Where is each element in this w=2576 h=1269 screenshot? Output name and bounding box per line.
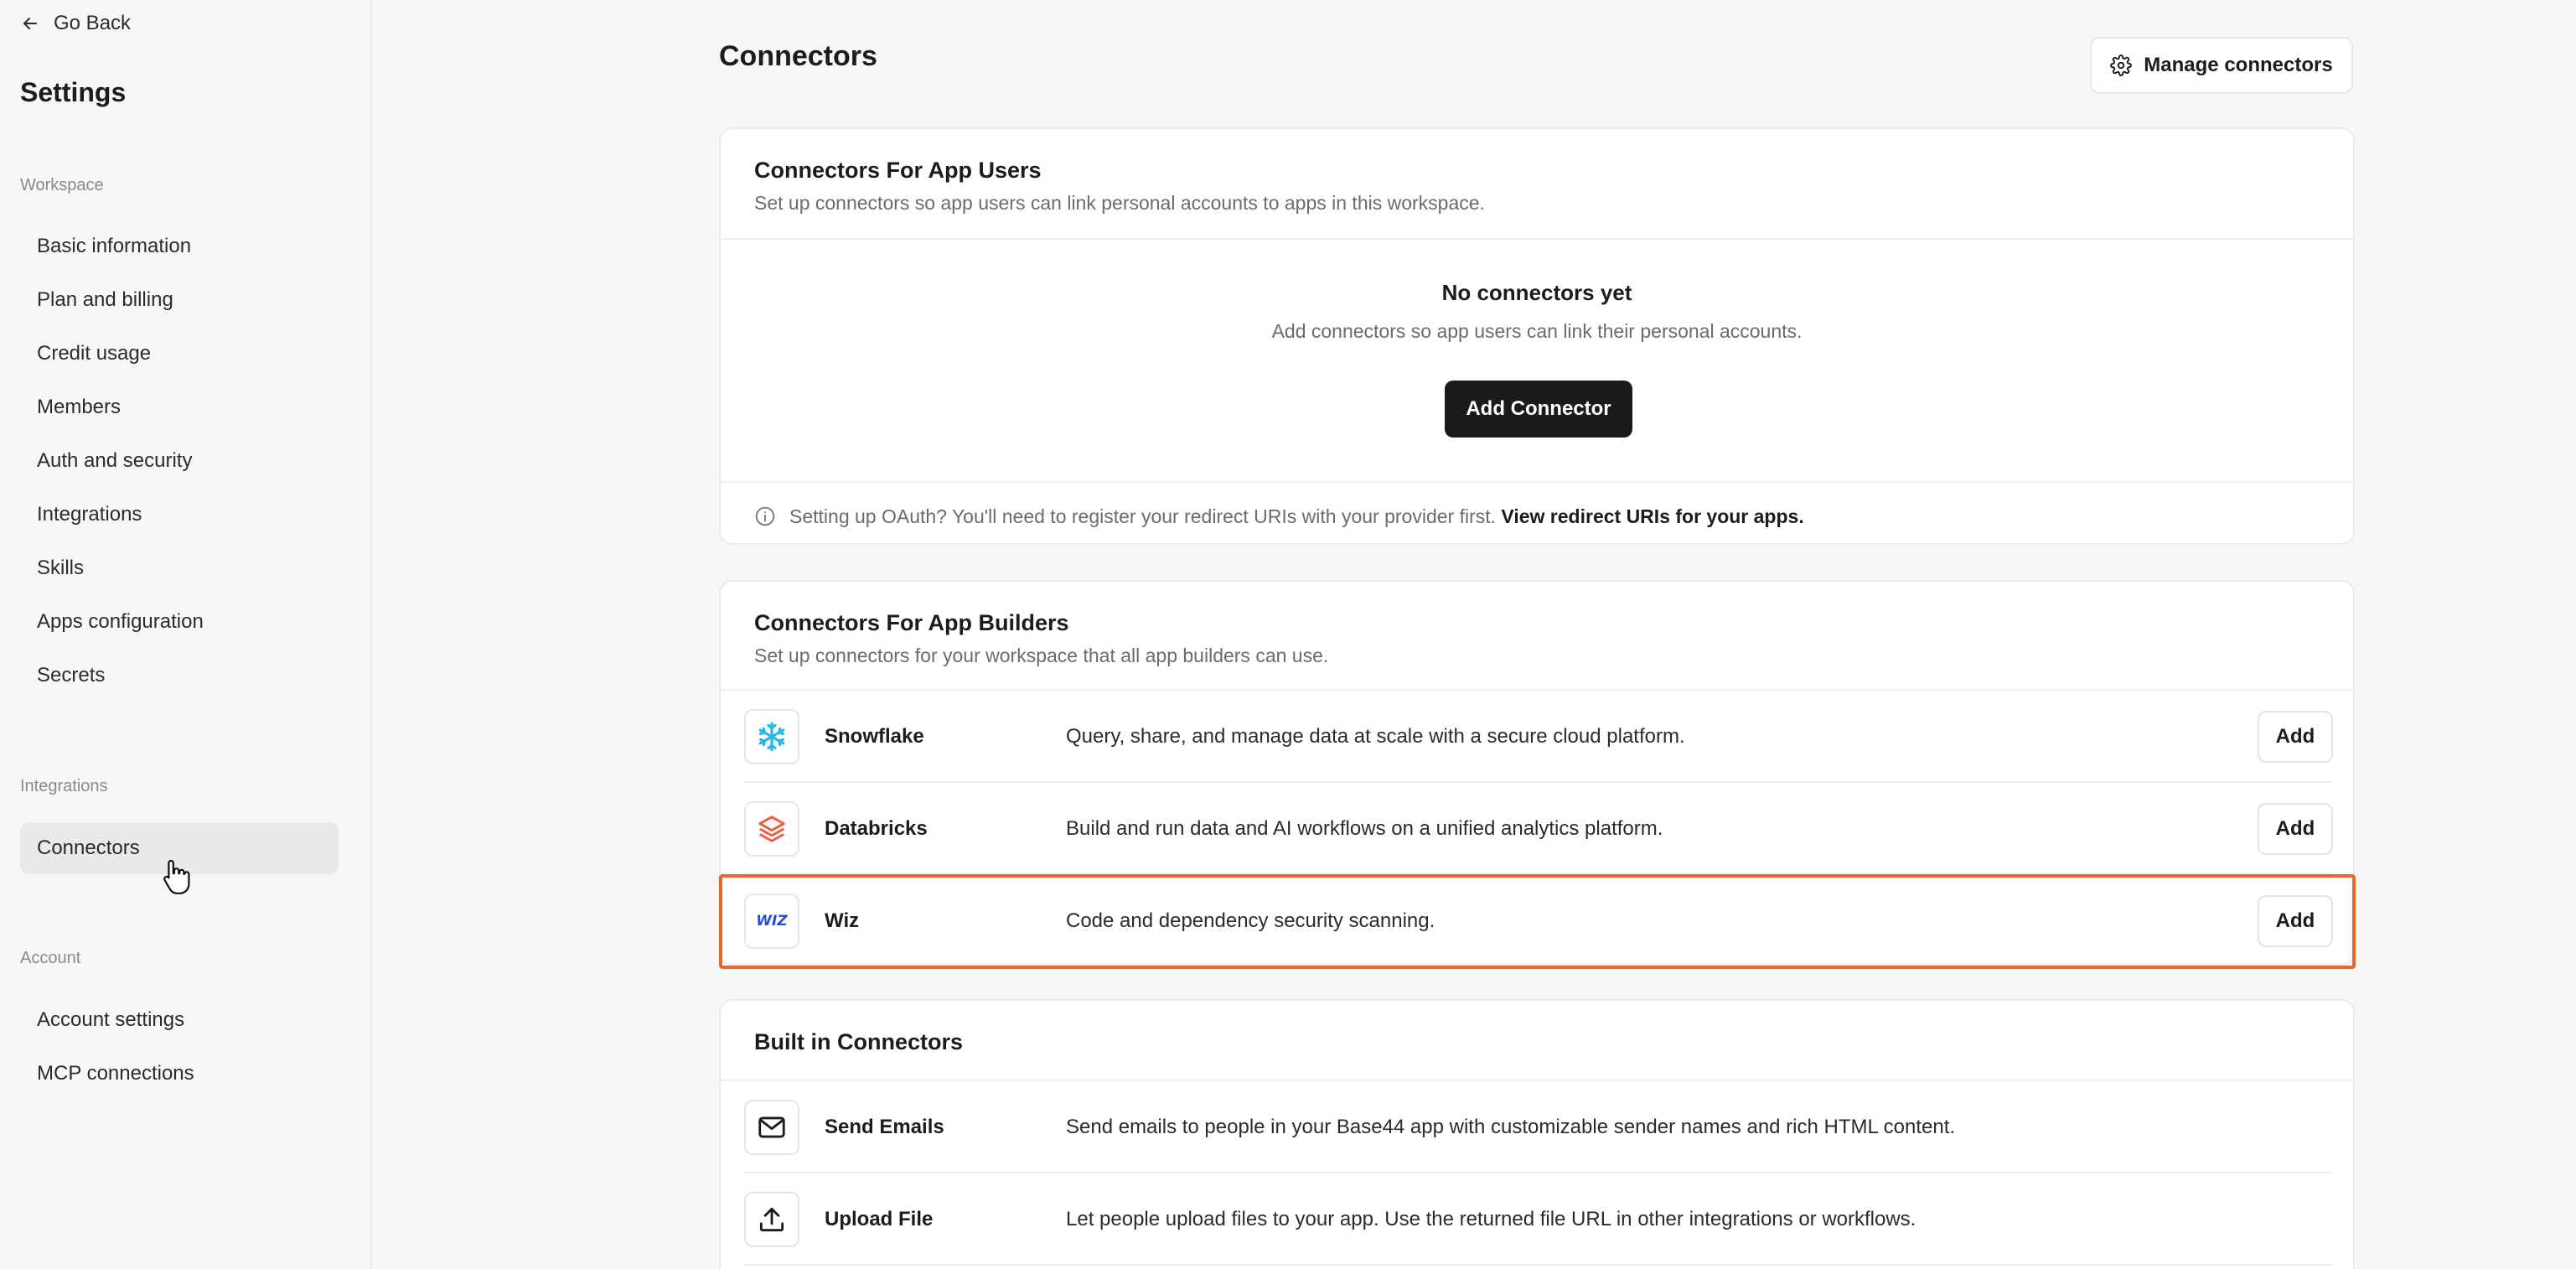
databricks-icon xyxy=(744,801,799,857)
sidebar-item-skills[interactable]: Skills xyxy=(20,542,339,594)
connector-name: Databricks xyxy=(825,817,928,840)
connector-row-snowflake: Snowflake Query, share, and manage data … xyxy=(744,691,2333,783)
go-back-label: Go Back xyxy=(54,12,132,34)
app-builders-card: Connectors For App Builders Set up conne… xyxy=(719,580,2355,966)
connector-name: Wiz xyxy=(825,909,860,932)
sidebar-item-secrets[interactable]: Secrets xyxy=(20,650,339,702)
group-label-workspace: Workspace xyxy=(20,176,104,194)
manage-connectors-label: Manage connectors xyxy=(2144,54,2333,76)
wiz-logo-text: WIZ xyxy=(756,913,788,930)
sidebar-item-account-settings[interactable]: Account settings xyxy=(20,994,339,1046)
view-redirect-uris-link[interactable]: View redirect URIs for your apps. xyxy=(1501,505,1803,527)
app-users-subtitle: Set up connectors so app users can link … xyxy=(754,192,1485,214)
app-users-card: Connectors For App Users Set up connecto… xyxy=(719,127,2355,545)
oauth-note: Setting up OAuth? You'll need to registe… xyxy=(754,500,1804,533)
app-builders-title: Connectors For App Builders xyxy=(754,610,1069,635)
mail-icon xyxy=(744,1100,799,1155)
sidebar-item-integrations[interactable]: Integrations xyxy=(20,489,339,541)
add-wiz-button[interactable]: Add xyxy=(2258,895,2333,947)
oauth-note-text: Setting up OAuth? You'll need to registe… xyxy=(789,505,1497,527)
arrow-left-icon xyxy=(23,18,37,29)
connector-description: Query, share, and manage data at scale w… xyxy=(1066,725,1685,748)
sidebar-item-apps-configuration[interactable]: Apps configuration xyxy=(20,596,339,648)
connector-name: Snowflake xyxy=(825,725,924,748)
app-users-title: Connectors For App Users xyxy=(754,158,1042,183)
add-connector-button[interactable]: Add Connector xyxy=(1445,381,1632,438)
built-in-card: Built in Connectors Send Emails Send ema… xyxy=(719,999,2355,1269)
connector-description: Let people upload files to your app. Use… xyxy=(1066,1208,1916,1230)
empty-state-title: No connectors yet xyxy=(1441,280,1632,305)
connector-description: Build and run data and AI workflows on a… xyxy=(1066,817,1663,840)
connector-row-databricks: Databricks Build and run data and AI wor… xyxy=(744,783,2333,875)
connector-name: Upload File xyxy=(825,1208,934,1230)
group-label-integrations: Integrations xyxy=(20,777,108,795)
connector-row-wiz: WIZ Wiz Code and dependency security sca… xyxy=(744,875,2333,964)
upload-icon xyxy=(744,1192,799,1247)
connector-description: Send emails to people in your Base44 app… xyxy=(1066,1116,1956,1138)
gear-icon xyxy=(2110,54,2133,76)
snowflake-icon xyxy=(744,709,799,764)
sidebar-item-credit-usage[interactable]: Credit usage xyxy=(20,328,339,380)
manage-connectors-button[interactable]: Manage connectors xyxy=(2090,37,2353,94)
wiz-icon: WIZ xyxy=(744,893,799,949)
group-label-account: Account xyxy=(20,949,81,967)
built-in-title: Built in Connectors xyxy=(754,1029,963,1054)
add-snowflake-button[interactable]: Add xyxy=(2258,711,2333,763)
sidebar-item-plan-and-billing[interactable]: Plan and billing xyxy=(20,274,339,326)
connector-name: Send Emails xyxy=(825,1116,944,1138)
info-icon xyxy=(755,506,775,526)
add-databricks-button[interactable]: Add xyxy=(2258,803,2333,855)
hand-cursor-icon xyxy=(163,859,190,894)
sidebar-item-mcp-connections[interactable]: MCP connections xyxy=(20,1048,339,1100)
page-title: Connectors xyxy=(719,40,877,72)
settings-title: Settings xyxy=(20,77,127,107)
go-back-button[interactable]: Go Back xyxy=(20,7,131,40)
app-builders-subtitle: Set up connectors for your workspace tha… xyxy=(754,645,1329,666)
divider xyxy=(721,238,2353,240)
empty-state-subtitle: Add connectors so app users can link the… xyxy=(1271,320,1803,342)
connector-description: Code and dependency security scanning. xyxy=(1066,909,1435,932)
sidebar-item-members[interactable]: Members xyxy=(20,381,339,433)
divider xyxy=(721,481,2353,483)
sidebar-item-auth-and-security[interactable]: Auth and security xyxy=(20,435,339,487)
connector-row-upload-file: Upload File Let people upload files to y… xyxy=(744,1173,2333,1266)
divider xyxy=(744,1264,2333,1266)
sidebar-item-basic-information[interactable]: Basic information xyxy=(20,220,339,272)
sidebar: Go Back Settings Workspace Basic informa… xyxy=(0,0,372,1269)
connector-row-send-emails: Send Emails Send emails to people in you… xyxy=(744,1081,2333,1173)
